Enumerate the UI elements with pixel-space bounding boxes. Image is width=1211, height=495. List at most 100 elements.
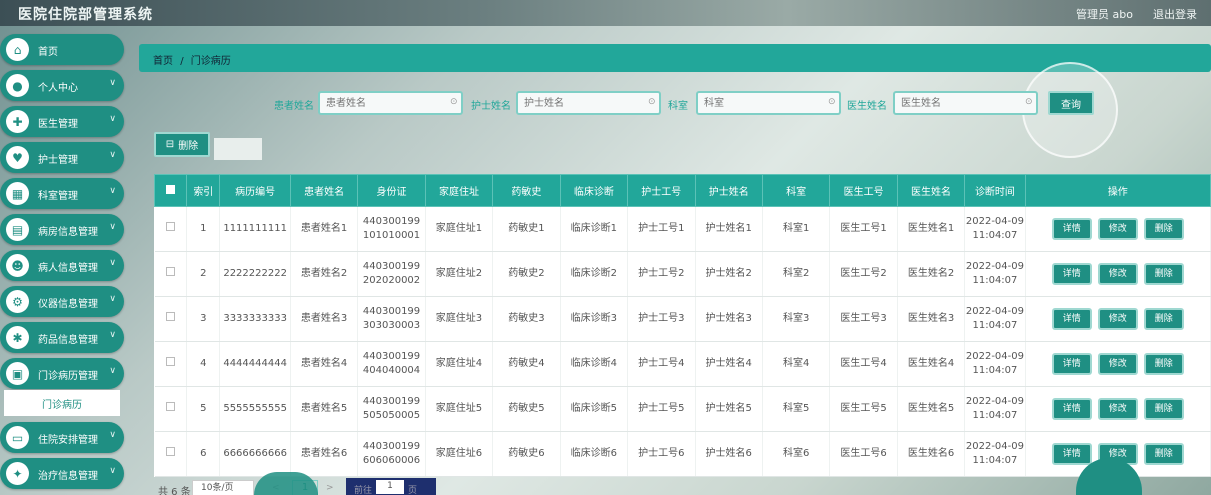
table-cell: 440300199 303030003: [357, 296, 426, 342]
decorative-plant: [254, 472, 318, 495]
home-icon: ⌂: [6, 38, 29, 61]
sidebar-item-3[interactable]: ♥ 护士管理 ∨: [0, 142, 124, 173]
table-row: 2 2222222222 患者姓名2 440300199 202020002 家庭住址2…: [154, 251, 1211, 297]
delete-button[interactable]: 删除: [1143, 398, 1184, 420]
table-cell: 2022-04-09 11:04:07: [964, 431, 1026, 477]
detail-button[interactable]: 详情: [1051, 353, 1092, 375]
row-checkbox[interactable]: [154, 386, 188, 432]
breadcrumb-home[interactable]: 首页: [153, 56, 173, 67]
patient-name-input[interactable]: [318, 91, 463, 115]
table-cell: 1111111111: [219, 206, 291, 252]
table-cell: 1: [186, 206, 221, 252]
row-checkbox[interactable]: [154, 206, 188, 252]
sidebar-item-label: 治疗信息管理: [38, 471, 98, 482]
detail-button[interactable]: 详情: [1051, 263, 1092, 285]
sidebar-item-9[interactable]: ▣ 门诊病历管理 ∨: [0, 358, 124, 389]
delete-button[interactable]: 删除: [1143, 443, 1184, 465]
detail-button[interactable]: 详情: [1051, 398, 1092, 420]
row-checkbox[interactable]: [154, 431, 188, 477]
nurse-name-input[interactable]: [516, 91, 661, 115]
next-page-button[interactable]: >: [326, 483, 334, 493]
table-cell: 护士姓名4: [695, 341, 763, 387]
sidebar-item-label: 住院安排管理: [38, 435, 98, 446]
table-cell: 护士姓名1: [695, 206, 763, 252]
detail-button[interactable]: 详情: [1051, 218, 1092, 240]
detail-button[interactable]: 详情: [1051, 308, 1092, 330]
table-cell: 医生姓名1: [897, 206, 966, 252]
table-cell: 2022-04-09 11:04:07: [964, 251, 1026, 297]
table-cell: 药敏史1: [492, 206, 561, 252]
chevron-down-icon: ∨: [109, 330, 116, 340]
row-actions: 详情 修改 删除: [1025, 386, 1211, 432]
chevron-down-icon: ∨: [109, 258, 116, 268]
delete-button[interactable]: 删除: [1143, 218, 1184, 240]
chevron-down-icon: ∨: [109, 186, 116, 196]
row-checkbox[interactable]: [154, 341, 188, 387]
goto-label: 前往: [354, 486, 373, 495]
sidebar-item-8[interactable]: ✱ 药品信息管理 ∨: [0, 322, 124, 353]
table-cell: 护士工号1: [627, 206, 696, 252]
table-cell: 药敏史4: [492, 341, 561, 387]
table-cell: 患者姓名4: [290, 341, 359, 387]
edit-button[interactable]: 修改: [1097, 308, 1138, 330]
column-header: 患者姓名: [289, 174, 359, 207]
delete-button[interactable]: 删除: [1143, 263, 1184, 285]
goto-input[interactable]: 1: [376, 480, 404, 494]
table-cell: 家庭住址2: [425, 251, 494, 297]
edit-button[interactable]: 修改: [1097, 218, 1138, 240]
table-cell: 440300199 202020002: [357, 251, 426, 297]
table-cell: 临床诊断3: [560, 296, 629, 342]
table-cell: 2022-04-09 11:04:07: [964, 386, 1026, 432]
sidebar-item-5[interactable]: ▤ 病房信息管理 ∨: [0, 214, 124, 245]
sidebar-item-label: 医生管理: [38, 119, 78, 130]
column-header: 护士工号: [627, 174, 696, 207]
edit-button[interactable]: 修改: [1097, 398, 1138, 420]
detail-button[interactable]: 详情: [1051, 443, 1092, 465]
edit-button[interactable]: 修改: [1097, 353, 1138, 375]
sidebar-item-7[interactable]: ⚙ 仪器信息管理 ∨: [0, 286, 124, 317]
goto-unit: 页: [408, 486, 418, 495]
records-table: 索引 病历编号 患者姓名 身份证 家庭住址 药敏史 临床诊断 护士工号 护士姓名 科室 医生工号 医生…: [153, 174, 1211, 477]
total-count: 共 6 条: [158, 487, 191, 495]
top-bar: 医院住院部管理系统 管理员 abo 退出登录: [0, 0, 1211, 26]
row-checkbox[interactable]: [154, 251, 188, 297]
table-cell: 患者姓名6: [290, 431, 359, 477]
sidebar-item-10[interactable]: ▭ 住院安排管理 ∨: [0, 422, 124, 453]
table-cell: 科室4: [762, 341, 831, 387]
sidebar-item-11[interactable]: ✦ 治疗信息管理 ∨: [0, 458, 124, 489]
table-cell: 护士姓名5: [695, 386, 763, 432]
table-cell: 6: [186, 431, 221, 477]
sidebar-item-0[interactable]: ⌂ 首页: [0, 34, 124, 65]
column-header: 医生工号: [829, 174, 898, 207]
column-header: 药敏史: [492, 174, 561, 207]
sidebar-item-label: 科室管理: [38, 191, 78, 202]
department-input[interactable]: [696, 91, 841, 115]
logout-button[interactable]: 退出登录: [1153, 6, 1197, 22]
sidebar-item-4[interactable]: ▦ 科室管理 ∨: [0, 178, 124, 209]
row-checkbox[interactable]: [154, 296, 188, 342]
row-actions: 详情 修改 删除: [1025, 206, 1211, 252]
table-cell: 2022-04-09 11:04:07: [964, 206, 1026, 252]
row-actions: 详情 修改 删除: [1025, 296, 1211, 342]
sidebar-subitem-outpatient-records[interactable]: 门诊病历: [4, 390, 120, 416]
table-row: 5 5555555555 患者姓名5 440300199 505050005 家庭住址5…: [154, 386, 1211, 432]
delete-button[interactable]: 删除: [1143, 353, 1184, 375]
batch-delete-button[interactable]: ⊟ 删除: [154, 132, 210, 157]
edit-button[interactable]: 修改: [1097, 263, 1138, 285]
admin-label: 管理员 abo: [1076, 8, 1133, 21]
chevron-down-icon: ∨: [109, 366, 116, 376]
sidebar-item-label: 药品信息管理: [38, 335, 98, 346]
table-cell: 临床诊断1: [560, 206, 629, 252]
table-row: 1 1111111111 患者姓名1 440300199 101010001 家庭住址1…: [154, 206, 1211, 252]
patient-icon: ☻: [6, 254, 29, 277]
sidebar-item-6[interactable]: ☻ 病人信息管理 ∨: [0, 250, 124, 281]
table-cell: 4444444444: [219, 341, 291, 387]
delete-button[interactable]: 删除: [1143, 308, 1184, 330]
page-size-select[interactable]: 10条/页: [192, 480, 254, 495]
doctor-name-input[interactable]: [893, 91, 1038, 115]
column-header: 科室: [761, 174, 831, 207]
select-all-checkbox[interactable]: [153, 174, 188, 207]
query-button[interactable]: 查询: [1048, 91, 1094, 115]
column-header: 操作: [1024, 174, 1211, 207]
batch-delete-label: 删除: [178, 141, 199, 152]
